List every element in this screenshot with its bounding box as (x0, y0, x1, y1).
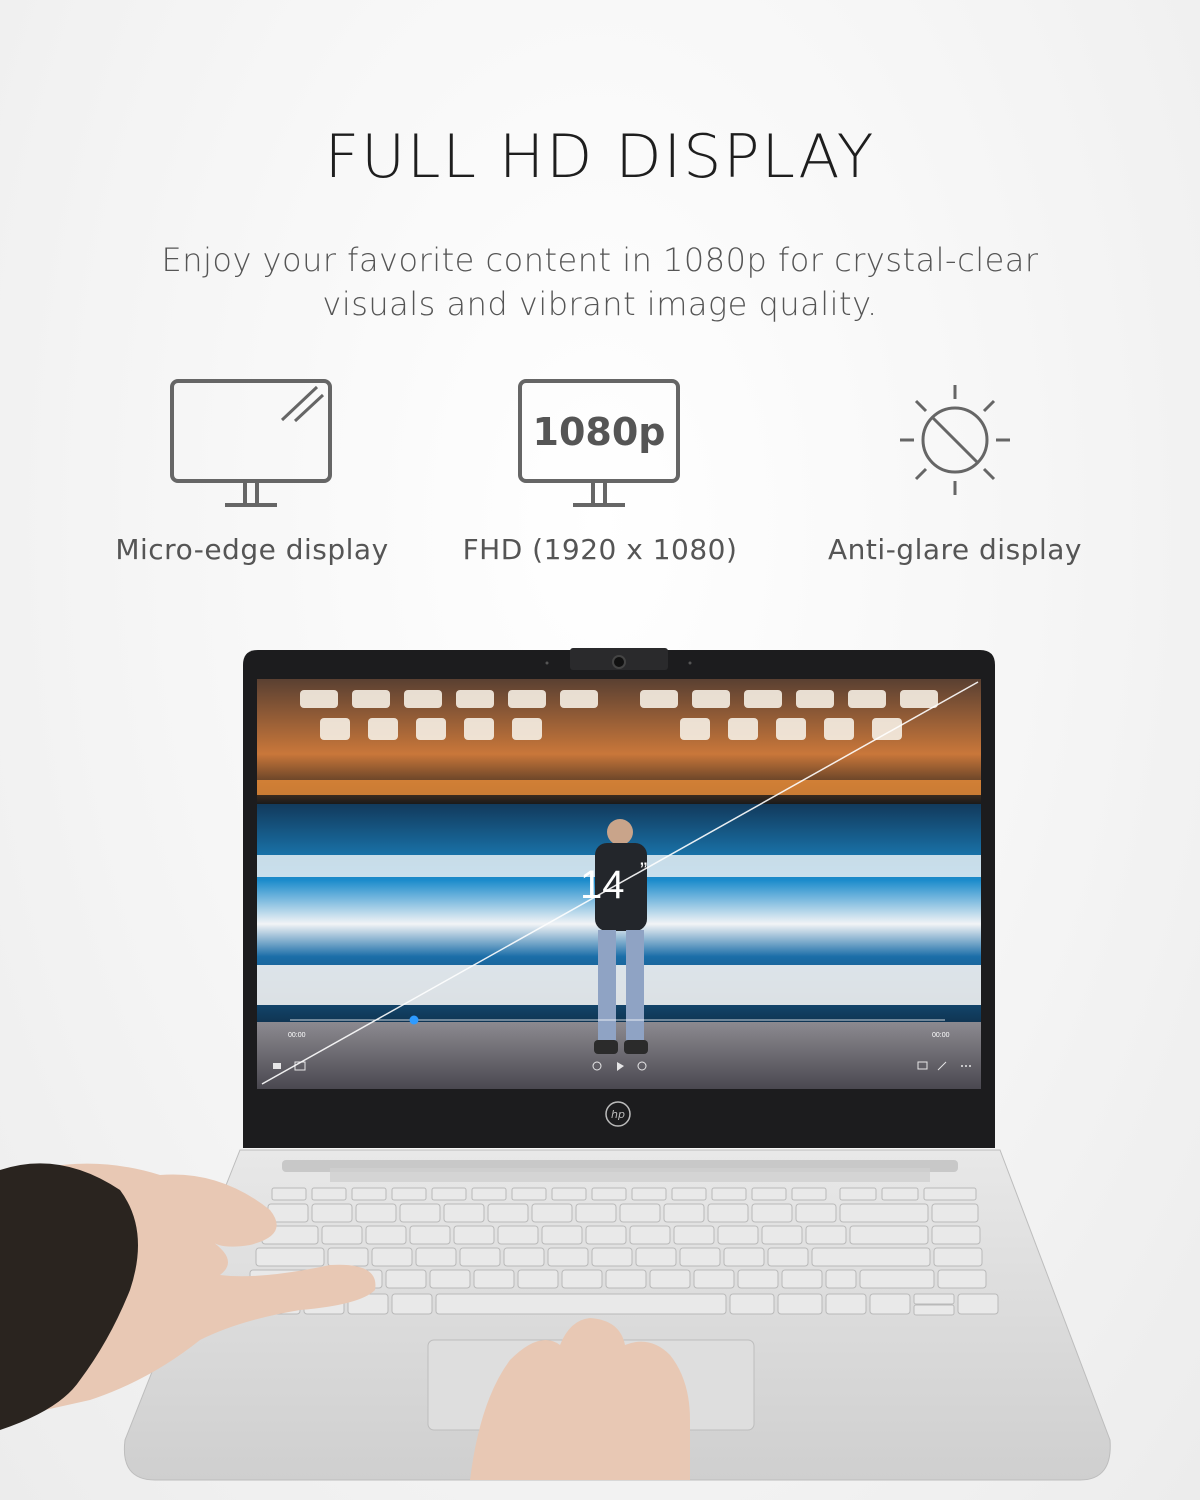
time-total: 00:00 (932, 1032, 950, 1039)
time-elapsed: 00:00 (288, 1032, 306, 1039)
laptop-illustration: 14 ” 00:00 00:00 hp (0, 648, 1111, 1481)
svg-text:”: ” (640, 858, 647, 883)
webcam-icon (612, 655, 626, 669)
speaker-grille (330, 1168, 930, 1182)
screen-size-label: 14 (580, 863, 625, 907)
volume-icon (273, 1063, 281, 1069)
sleeve (0, 1163, 138, 1430)
seek-handle (409, 1015, 419, 1025)
hp-logo-text: hp (611, 1108, 625, 1121)
more-icon (961, 1065, 963, 1067)
screen-display: 14 ” 00:00 00:00 (257, 679, 981, 1089)
